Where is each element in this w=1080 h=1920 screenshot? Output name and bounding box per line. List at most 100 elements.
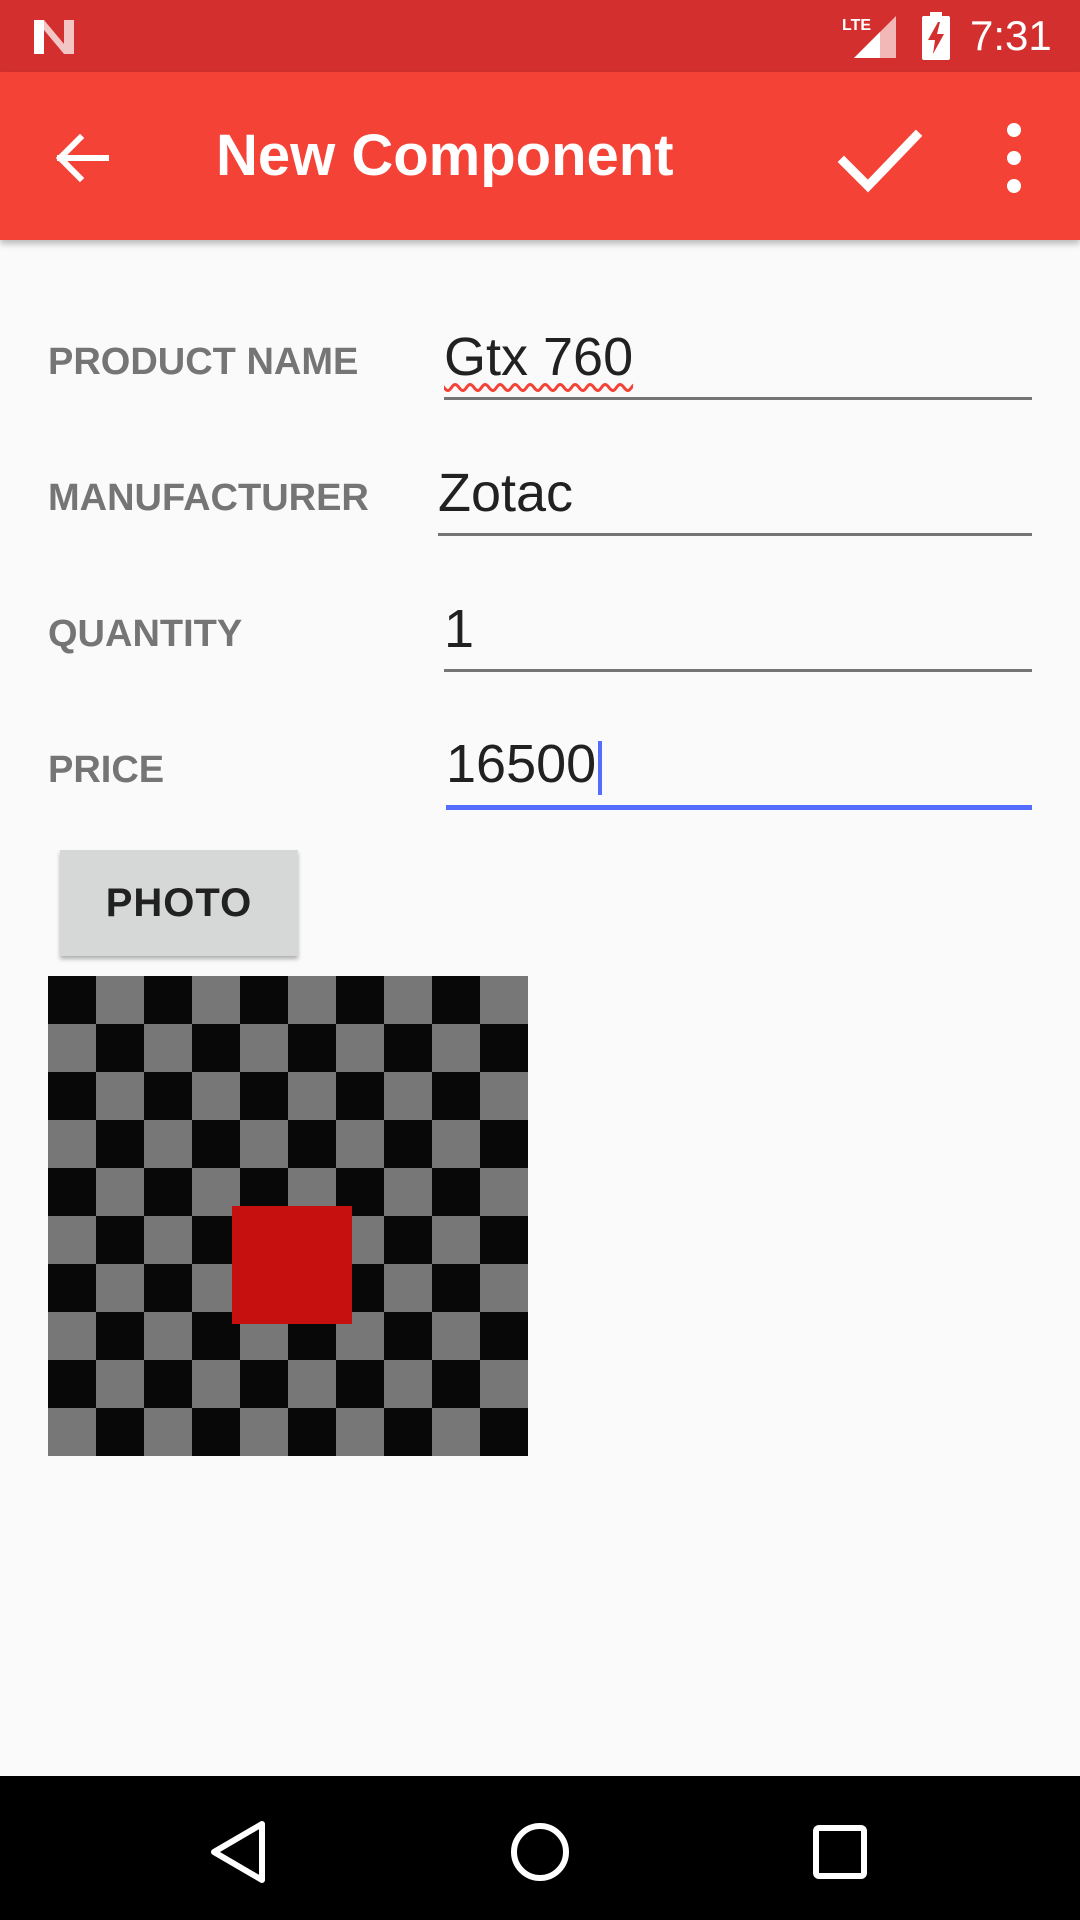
checker-cell	[480, 1168, 528, 1216]
checker-cell	[192, 976, 240, 1024]
checker-cell	[336, 1360, 384, 1408]
price-value: 16500	[446, 734, 597, 795]
price-label: PRICE	[48, 749, 165, 791]
checker-cell	[240, 1408, 288, 1456]
checker-cell	[336, 1408, 384, 1456]
checker-cell	[336, 976, 384, 1024]
checker-cell	[96, 1024, 144, 1072]
checker-cell	[288, 1072, 336, 1120]
checker-cell	[384, 976, 432, 1024]
checker-cell	[48, 1312, 96, 1360]
checker-cell	[96, 1360, 144, 1408]
battery-charging-icon	[922, 12, 950, 60]
checker-cell	[432, 1024, 480, 1072]
checker-cell	[192, 1408, 240, 1456]
checker-cell	[96, 1312, 144, 1360]
manufacturer-label: MANUFACTURER	[48, 477, 369, 519]
manufacturer-field[interactable]: Zotac	[438, 463, 1032, 536]
checker-cell	[432, 1216, 480, 1264]
checker-cell	[384, 1216, 432, 1264]
checker-cell	[288, 1408, 336, 1456]
arrow-back-icon[interactable]	[40, 116, 124, 200]
checker-cell	[480, 1408, 528, 1456]
checker-cell	[144, 1168, 192, 1216]
checker-cell	[480, 1216, 528, 1264]
checker-cell	[240, 1360, 288, 1408]
checker-cell	[336, 1024, 384, 1072]
quantity-label: QUANTITY	[48, 613, 243, 655]
checker-cell	[192, 1072, 240, 1120]
checker-cell	[432, 1264, 480, 1312]
checker-cell	[144, 1024, 192, 1072]
center-square	[232, 1206, 352, 1324]
checker-cell	[144, 976, 192, 1024]
quantity-field[interactable]: 1	[444, 599, 1032, 672]
checker-cell	[48, 1264, 96, 1312]
checker-cell	[240, 1024, 288, 1072]
page-title: New Component	[216, 123, 674, 188]
product-name-label: PRODUCT NAME	[48, 341, 359, 383]
checker-cell	[480, 1072, 528, 1120]
checker-cell	[432, 1120, 480, 1168]
app-bar: New Component	[0, 72, 1080, 240]
product-name-value: Gtx 760	[444, 327, 634, 387]
notification-n-icon	[34, 20, 74, 54]
checker-cell	[96, 1216, 144, 1264]
checker-cell	[96, 976, 144, 1024]
checker-cell	[480, 976, 528, 1024]
checker-cell	[384, 1072, 432, 1120]
more-vert-icon[interactable]	[984, 116, 1044, 200]
checker-cell	[240, 976, 288, 1024]
manufacturer-value: Zotac	[438, 463, 574, 523]
photo-button[interactable]: PHOTO	[60, 850, 298, 956]
checker-cell	[432, 1312, 480, 1360]
checker-cell	[144, 1408, 192, 1456]
checker-cell	[384, 1408, 432, 1456]
back-triangle-icon[interactable]	[200, 1812, 280, 1892]
price-field[interactable]: 16500	[446, 734, 1032, 810]
checker-cell	[480, 1360, 528, 1408]
lte-label: LTE	[842, 17, 871, 34]
checker-cell	[288, 1120, 336, 1168]
recents-square-icon[interactable]	[800, 1812, 880, 1892]
checker-cell	[480, 1120, 528, 1168]
check-icon[interactable]	[832, 112, 924, 204]
status-clock: 7:31	[970, 12, 1052, 59]
checker-cell	[384, 1360, 432, 1408]
checker-cell	[48, 1408, 96, 1456]
checker-cell	[48, 1360, 96, 1408]
navigation-bar	[0, 1776, 1080, 1920]
checker-cell	[48, 1120, 96, 1168]
checker-cell	[144, 1264, 192, 1312]
checker-cell	[240, 1072, 288, 1120]
checker-cell	[96, 1264, 144, 1312]
checker-cell	[384, 1120, 432, 1168]
placeholder-image-icon	[48, 976, 528, 1456]
checker-cell	[96, 1408, 144, 1456]
checker-cell	[432, 1408, 480, 1456]
checker-cell	[192, 1120, 240, 1168]
checker-cell	[384, 1312, 432, 1360]
checker-cell	[144, 1360, 192, 1408]
checker-cell	[432, 1168, 480, 1216]
checker-cell	[96, 1120, 144, 1168]
checker-cell	[336, 1072, 384, 1120]
text-cursor	[598, 741, 603, 795]
checker-cell	[96, 1168, 144, 1216]
checker-cell	[432, 1072, 480, 1120]
product-name-field[interactable]: Gtx 760	[444, 327, 1032, 400]
quantity-value: 1	[444, 599, 475, 659]
checker-cell	[48, 1168, 96, 1216]
checker-cell	[48, 976, 96, 1024]
checker-cell	[144, 1216, 192, 1264]
checker-cell	[384, 1264, 432, 1312]
checker-cell	[336, 1120, 384, 1168]
home-circle-icon[interactable]	[500, 1812, 580, 1892]
checker-cell	[48, 1072, 96, 1120]
status-bar: LTE 7:31	[0, 0, 1080, 72]
checker-cell	[192, 1024, 240, 1072]
checker-cell	[240, 1120, 288, 1168]
checker-cell	[432, 1360, 480, 1408]
checker-cell	[144, 1120, 192, 1168]
checker-cell	[48, 1216, 96, 1264]
